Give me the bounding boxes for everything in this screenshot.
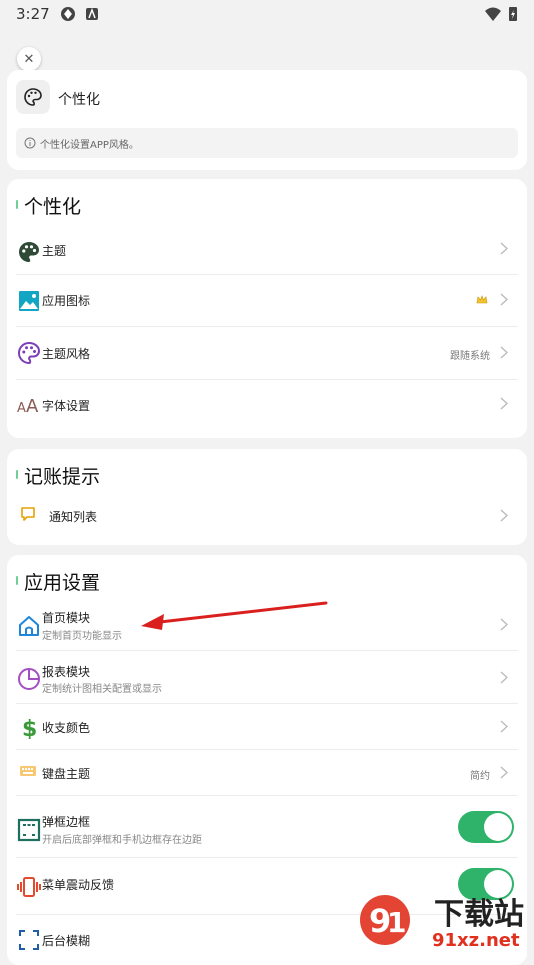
section-bookkeeping-reminder: 记账提示 通知列表 (7, 449, 527, 545)
setting-description: 开启后底部弹框和手机边框存在边距 (42, 835, 202, 846)
section-title: 应用设置 (16, 568, 100, 595)
setting-value: 简约 (470, 771, 490, 782)
svg-text:91xz.net: 91xz.net (432, 930, 520, 950)
app-notification-icon (86, 7, 98, 20)
setting-label: 主题风格 (42, 347, 91, 361)
page-title: 个性化 (58, 92, 100, 108)
chevron-right-icon (500, 293, 508, 306)
chevron-right-icon (500, 720, 508, 733)
info-icon (24, 137, 36, 149)
svg-text:A: A (26, 396, 39, 416)
setting-row-report-module[interactable]: 报表模块 定制统计图相关配置或显示 (16, 651, 518, 704)
setting-row-income-expense-color[interactable]: $ 收支颜色 (16, 704, 518, 750)
annotation-arrow (141, 601, 328, 630)
wifi-icon (485, 7, 501, 21)
setting-label: 后台模糊 (42, 934, 91, 948)
section-accent-bar (16, 200, 18, 209)
chevron-right-icon (500, 242, 508, 255)
vibration-icon (17, 877, 41, 897)
section-accent-bar (16, 470, 18, 479)
setting-description: 定制统计图相关配置或显示 (42, 684, 162, 695)
frame-icon (17, 818, 41, 842)
blur-icon (19, 930, 39, 950)
vpn-icon (61, 7, 75, 21)
chevron-right-icon (500, 671, 508, 684)
section-accent-bar (16, 576, 18, 585)
section-personalization: 个性化 主题 应用图标 主题风格 跟随系统 A A 字体设置 (7, 179, 527, 438)
palette-outline-icon (18, 341, 41, 365)
status-time: 3:27 (16, 5, 50, 23)
palette-outline-icon (24, 88, 42, 106)
font-size-icon: A A (17, 396, 39, 416)
setting-row-dialog-border[interactable]: 弹框边框 开启后底部弹框和手机边框存在边距 (16, 796, 518, 858)
setting-description: 定制首页功能显示 (42, 631, 122, 642)
dollar-icon: $ (22, 717, 37, 739)
chevron-right-icon (500, 346, 508, 359)
section-title: 个性化 (16, 192, 81, 219)
image-icon (19, 291, 39, 311)
message-icon (21, 507, 35, 521)
watermark-logo: 9 1 下载站 91xz.net (360, 895, 524, 950)
info-text: 个性化设置APP风格。 (40, 140, 139, 151)
close-icon: ✕ (23, 51, 35, 67)
header-card: 个性化 个性化设置APP风格。 (7, 70, 527, 170)
setting-row-notification-list[interactable]: 通知列表 (16, 499, 518, 535)
info-box: 个性化设置APP风格。 (16, 128, 518, 158)
svg-text:A: A (17, 401, 26, 416)
keyboard-icon (20, 766, 36, 776)
home-icon (19, 616, 39, 636)
setting-label: 键盘主题 (42, 767, 91, 781)
header-icon-box (16, 80, 50, 114)
setting-label: 报表模块 (42, 665, 91, 679)
close-button[interactable]: ✕ (17, 47, 41, 71)
chevron-right-icon (500, 618, 508, 631)
setting-row-font[interactable]: A A 字体设置 (16, 380, 518, 426)
pie-chart-icon (18, 668, 40, 690)
status-bar: 3:27 (0, 0, 534, 30)
toggle-knob (484, 813, 512, 841)
palette-icon (19, 242, 39, 262)
crown-icon (476, 295, 488, 304)
chevron-right-icon (500, 766, 508, 779)
setting-label: 字体设置 (42, 399, 91, 413)
setting-row-keyboard-theme[interactable]: 键盘主题 简约 (16, 750, 518, 796)
chevron-right-icon (500, 509, 508, 522)
chevron-right-icon (500, 397, 508, 410)
setting-label: 通知列表 (49, 510, 98, 524)
setting-label: 应用图标 (42, 294, 91, 308)
dialog-border-toggle[interactable] (458, 811, 514, 843)
svg-text:1: 1 (387, 906, 406, 939)
svg-text:$: $ (22, 717, 37, 739)
setting-row-app-icon[interactable]: 应用图标 (16, 275, 518, 327)
setting-label: 菜单震动反馈 (42, 878, 115, 892)
setting-label: 主题 (42, 244, 67, 258)
battery-icon (509, 7, 517, 21)
svg-text:下载站: 下载站 (434, 897, 524, 932)
setting-label: 弹框边框 (42, 815, 91, 829)
setting-label: 首页模块 (42, 611, 91, 625)
setting-row-theme-style[interactable]: 主题风格 跟随系统 (16, 327, 518, 380)
section-title: 记账提示 (16, 462, 100, 489)
setting-value: 跟随系统 (450, 351, 490, 362)
setting-row-theme[interactable]: 主题 (16, 231, 518, 275)
setting-label: 收支颜色 (42, 721, 91, 735)
